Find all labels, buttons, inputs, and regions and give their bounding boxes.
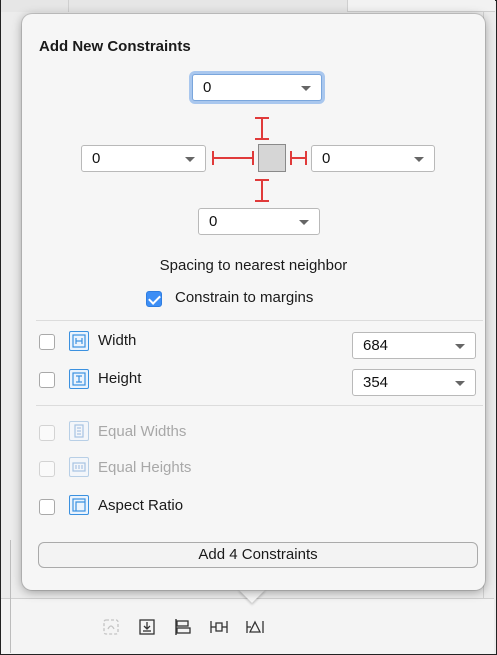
width-checkbox[interactable]: [39, 334, 55, 350]
bottom-spacing-value: 0: [209, 213, 218, 230]
divider: [36, 320, 483, 321]
resolve-issues-icon[interactable]: [244, 617, 266, 637]
popover-arrow: [238, 589, 266, 603]
right-panel: [347, 0, 495, 12]
aspect-ratio-label: Aspect Ratio: [98, 497, 184, 514]
aspect-ratio-icon: [69, 495, 89, 515]
right-spacing-value: 0: [322, 150, 331, 167]
add-constraints-popover: Add New Constraints 0 0 0 0 Spacing to n…: [22, 14, 485, 590]
pin-icon[interactable]: [208, 617, 230, 637]
height-icon: [69, 369, 89, 389]
width-value: 684: [363, 337, 389, 354]
equal-widths-icon: [69, 421, 89, 441]
left-spacing-field[interactable]: 0: [81, 145, 206, 172]
view-placeholder-box: [258, 144, 286, 172]
width-value-field[interactable]: 684: [352, 332, 476, 359]
height-label: Height: [98, 370, 142, 387]
constrain-margins-checkbox[interactable]: [146, 291, 162, 307]
left-spacing-value: 0: [92, 150, 101, 167]
chevron-down-icon[interactable]: [455, 381, 465, 386]
equal-heights-label: Equal Heights: [98, 459, 192, 476]
width-label: Width: [98, 332, 137, 349]
canvas-divider: [68, 0, 69, 12]
right-spacing-field[interactable]: 0: [311, 145, 435, 172]
equal-heights-icon: [69, 457, 89, 477]
height-checkbox[interactable]: [39, 372, 55, 388]
bottom-spacing-field[interactable]: 0: [198, 208, 320, 235]
chevron-down-icon[interactable]: [299, 220, 309, 225]
equal-widths-label: Equal Widths: [98, 423, 187, 440]
chevron-down-icon[interactable]: [414, 157, 424, 162]
top-spacing-value: 0: [203, 79, 212, 96]
canvas-guide-line: [10, 540, 11, 653]
align-icon[interactable]: [172, 617, 194, 637]
chevron-down-icon[interactable]: [185, 157, 195, 162]
top-spacing-field[interactable]: 0: [192, 74, 322, 101]
constrain-margins-label: Constrain to margins: [175, 289, 314, 306]
chevron-down-icon[interactable]: [455, 344, 465, 349]
equal-widths-checkbox: [39, 425, 55, 441]
embed-in-stack-icon[interactable]: [136, 617, 158, 637]
update-frames-icon[interactable]: [100, 617, 122, 637]
popover-title: Add New Constraints: [39, 38, 191, 55]
chevron-down-icon[interactable]: [301, 86, 311, 91]
spacing-caption: Spacing to nearest neighbor: [159, 257, 348, 274]
aspect-ratio-checkbox[interactable]: [39, 499, 55, 515]
height-value-field[interactable]: 354: [352, 369, 476, 396]
height-value: 354: [363, 374, 389, 391]
equal-heights-checkbox: [39, 461, 55, 477]
width-icon: [69, 331, 89, 351]
add-constraints-button[interactable]: Add 4 Constraints: [38, 542, 478, 568]
layout-toolbar: [100, 617, 266, 637]
divider: [36, 405, 483, 406]
